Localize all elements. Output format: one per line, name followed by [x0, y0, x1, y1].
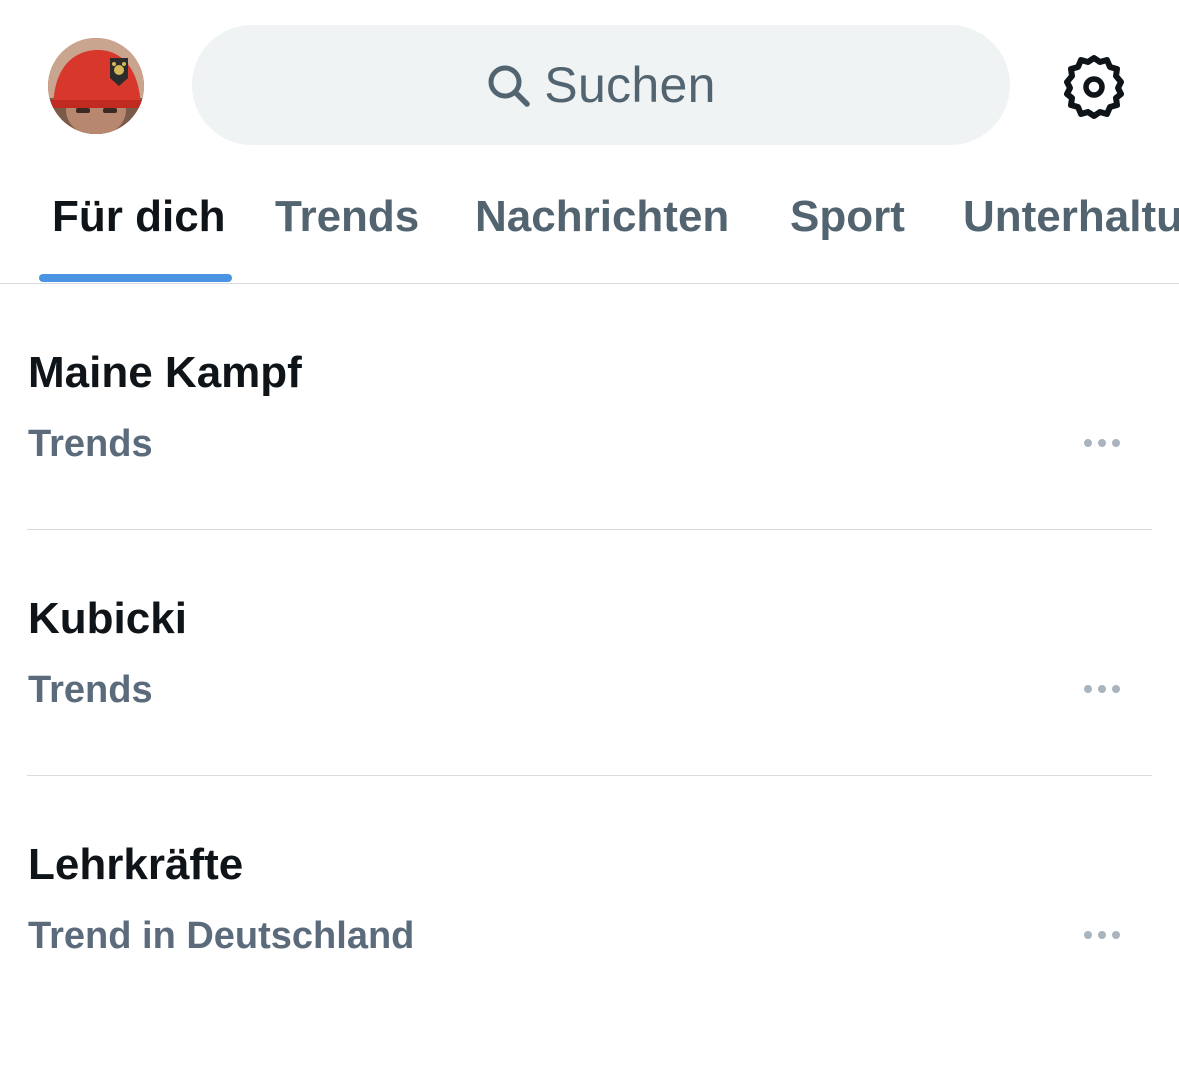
trend-item[interactable]: Kubicki Trends: [27, 594, 1152, 840]
avatar-image: [48, 38, 144, 134]
trend-title: Lehrkräfte: [28, 840, 244, 889]
active-tab-indicator: [39, 274, 232, 282]
more-options-button[interactable]: [1077, 920, 1127, 950]
divider: [27, 529, 1152, 530]
trend-title: Maine Kampf: [28, 348, 302, 397]
tab-sport[interactable]: Sport: [790, 192, 905, 242]
tab-unterhaltung[interactable]: Unterhaltung: [963, 192, 1179, 242]
tab-fuer-dich[interactable]: Für dich: [52, 192, 226, 242]
search-bar[interactable]: Suchen: [192, 25, 1010, 145]
search-placeholder: Suchen: [544, 57, 716, 113]
search-icon: [488, 65, 531, 107]
trend-item[interactable]: Lehrkräfte Trend in Deutschland: [27, 840, 1152, 1086]
trend-context: Trend in Deutschland: [28, 915, 415, 957]
trend-context: Trends: [28, 669, 153, 711]
trend-item[interactable]: Maine Kampf Trends: [27, 348, 1152, 594]
settings-button[interactable]: [1060, 52, 1128, 120]
trend-context: Trends: [28, 423, 153, 465]
more-icon: [1084, 685, 1120, 693]
tab-bar: Für dich Trends Nachrichten Sport Unterh…: [0, 170, 1179, 284]
divider: [27, 775, 1152, 776]
avatar[interactable]: [48, 38, 144, 134]
tab-nachrichten[interactable]: Nachrichten: [475, 192, 729, 242]
top-bar: Suchen: [0, 0, 1179, 170]
more-options-button[interactable]: [1077, 674, 1127, 704]
more-icon: [1084, 931, 1120, 939]
more-options-button[interactable]: [1077, 428, 1127, 458]
more-icon: [1084, 439, 1120, 447]
trend-title: Kubicki: [28, 594, 187, 643]
tab-trends[interactable]: Trends: [275, 192, 419, 242]
gear-icon: [1064, 55, 1124, 119]
